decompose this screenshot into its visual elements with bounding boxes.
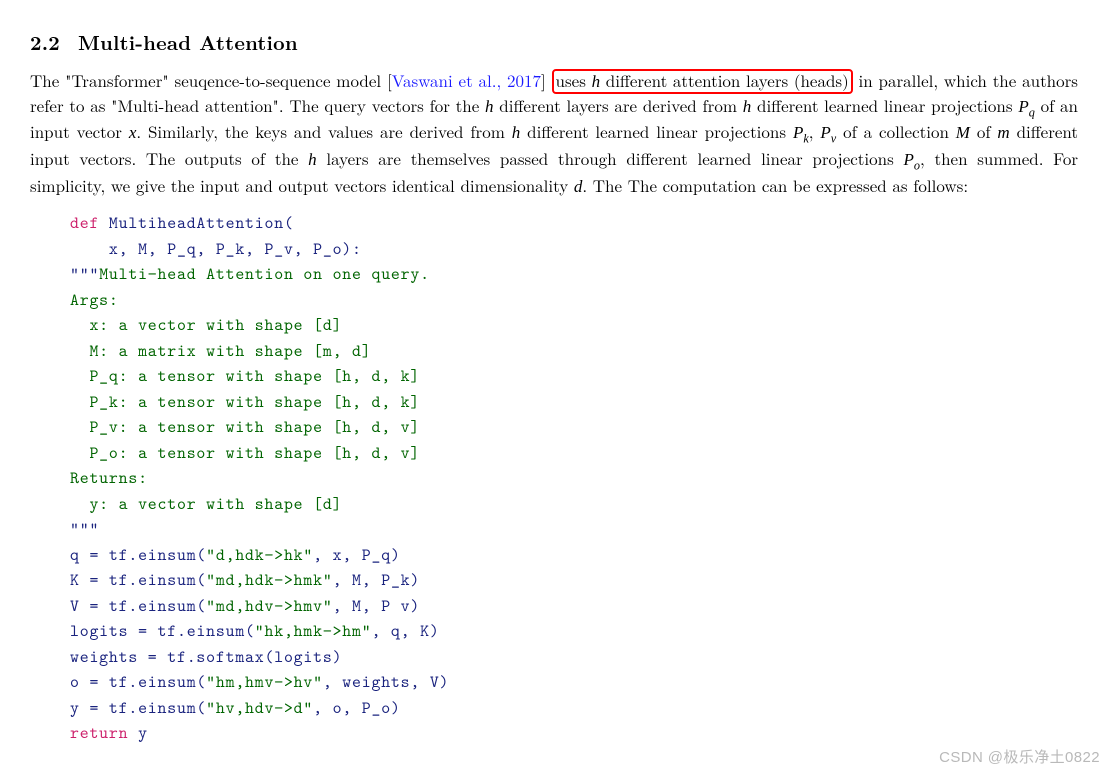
code-docstring-quotes: """ xyxy=(70,518,99,540)
code-line: , q, K) xyxy=(371,620,439,642)
symbol-h: h xyxy=(512,123,521,142)
symbol-m-cap: M xyxy=(956,123,970,142)
code-docstring: P_v: a tensor with shape [h, d, v] xyxy=(70,416,420,438)
symbol-pv: Pv xyxy=(820,123,836,142)
code-listing: def MultiheadAttention( x, M, P_q, P_k, … xyxy=(70,211,1078,747)
code-line: o = tf.einsum( xyxy=(70,671,206,693)
text: of xyxy=(970,119,997,143)
code-line: K = tf.einsum( xyxy=(70,569,206,591)
code-keyword-def: def xyxy=(70,212,99,234)
code-docstring: y: a vector with shape [d] xyxy=(70,493,342,515)
text: different learned linear projections xyxy=(751,93,1018,117)
code-line: , o, P_o) xyxy=(313,697,401,719)
symbol-h: h xyxy=(743,97,752,116)
text: . The The computation can be expressed a… xyxy=(582,173,968,197)
code-string: "hk,hmk−>hm" xyxy=(255,620,372,642)
section-number: 2.2 xyxy=(30,27,60,56)
text: different attention layers (heads) xyxy=(600,68,849,92)
code-string: "md,hdk−>hmk" xyxy=(206,569,332,591)
code-line: , M, P v) xyxy=(333,595,421,617)
code-docstring: P_q: a tensor with shape [h, d, k] xyxy=(70,365,420,387)
symbol-m: m xyxy=(997,123,1009,142)
symbol-po: Po xyxy=(904,150,921,169)
code-line: x, M, P_q, P_k, P_v, P_o): xyxy=(70,238,362,260)
symbol-pq: Pq xyxy=(1018,97,1035,116)
text: different learned linear projections xyxy=(520,119,793,143)
code-line: y = tf.einsum( xyxy=(70,697,206,719)
text: of a collection xyxy=(836,119,956,143)
code-string: "hv,hdv−>d" xyxy=(206,697,313,719)
text: uses xyxy=(556,68,592,92)
intro-paragraph: The "Transformer" seuqence-to-sequence m… xyxy=(30,69,1078,199)
code-docstring: P_o: a tensor with shape [h, d, v] xyxy=(70,442,420,464)
highlighted-phrase: uses h different attention layers (heads… xyxy=(552,69,853,94)
code-docstring-quotes: """ xyxy=(70,263,99,285)
code-return-value: y xyxy=(128,722,147,744)
symbol-pk: Pk xyxy=(793,123,809,142)
code-string: "md,hdv−>hmv" xyxy=(206,595,332,617)
code-line: , x, P_q) xyxy=(313,544,401,566)
code-line: logits = tf.einsum( xyxy=(70,620,255,642)
code-string: "hm,hmv−>hv" xyxy=(206,671,323,693)
text: ] xyxy=(541,68,552,92)
code-docstring: Returns: xyxy=(70,467,148,489)
code-docstring: Multi−head Attention on one query. xyxy=(99,263,430,285)
code-line: , weights, V) xyxy=(323,671,449,693)
section-title: Multi-head Attention xyxy=(78,27,298,56)
code-line: V = tf.einsum( xyxy=(70,595,206,617)
symbol-h: h xyxy=(308,150,317,169)
code-docstring: M: a matrix with shape [m, d] xyxy=(70,340,371,362)
code-docstring: x: a vector with shape [d] xyxy=(70,314,342,336)
code-line: q = tf.einsum( xyxy=(70,544,206,566)
code-line: , M, P_k) xyxy=(333,569,421,591)
code-keyword-return: return xyxy=(70,722,128,744)
text: layers are themselves passed through dif… xyxy=(317,146,904,170)
code-fn-name: MultiheadAttention( xyxy=(99,212,294,234)
code-docstring: Args: xyxy=(70,289,119,311)
section-heading: 2.2 Multi-head Attention xyxy=(30,28,1078,55)
symbol-h: h xyxy=(592,72,601,91)
code-docstring: P_k: a tensor with shape [h, d, k] xyxy=(70,391,420,413)
citation-link[interactable]: Vaswani et al., 2017 xyxy=(392,68,541,92)
code-line: weights = tf.softmax(logits) xyxy=(70,646,342,668)
code-string: "d,hdk−>hk" xyxy=(206,544,313,566)
text: The "Transformer" seuqence-to-sequence m… xyxy=(30,68,392,92)
text: different layers are derived from xyxy=(494,93,743,117)
watermark-text: CSDN @极乐净土0822 xyxy=(939,748,1100,768)
symbol-h: h xyxy=(485,97,494,116)
text: . Similarly, the keys and values are der… xyxy=(136,119,511,143)
